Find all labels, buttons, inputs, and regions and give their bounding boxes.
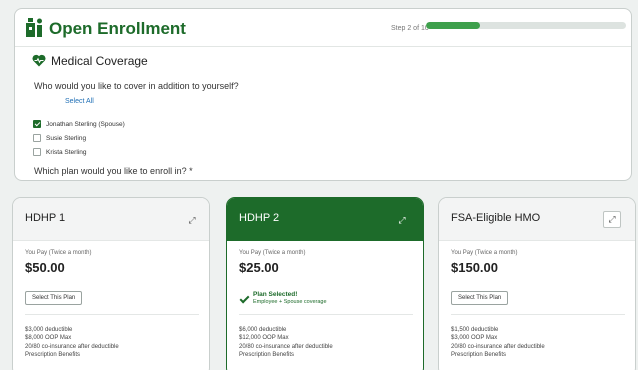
plan-question: Which plan would you like to enroll in? …	[34, 166, 193, 176]
plan-card-hdhp2[interactable]: HDHP 2 ⤢ You Pay (Twice a month) $25.00 …	[226, 197, 424, 370]
plan-header: HDHP 2 ⤢	[227, 198, 423, 241]
section-title: Medical Coverage	[51, 54, 148, 68]
detail-coinsurance: 20/80 co-insurance after deductible	[25, 343, 119, 350]
plan-name: HDHP 1	[25, 212, 66, 224]
plan-card-fsa-hmo[interactable]: FSA-Eligible HMO ⤢ You Pay (Twice a mont…	[438, 197, 636, 370]
dependent-row[interactable]: Susie Sterling	[33, 133, 86, 143]
logo-icon	[26, 18, 42, 37]
coverage-question: Who would you like to cover in addition …	[34, 81, 239, 91]
plan-details: $1,500 deductible $3,000 OOP Max 20/80 c…	[451, 326, 545, 359]
pay-label: You Pay (Twice a month)	[451, 250, 518, 256]
detail-prescription: Prescription Benefits	[239, 351, 295, 358]
pay-label: You Pay (Twice a month)	[239, 250, 306, 256]
progress-bar	[426, 22, 626, 29]
step-indicator: Step 2 of 10	[391, 25, 429, 32]
dependent-checkbox[interactable]	[33, 120, 41, 128]
expand-icon[interactable]: ⤢	[603, 211, 621, 228]
check-icon	[239, 294, 248, 304]
dependent-label: Jonathan Sterling (Spouse)	[46, 120, 125, 128]
enrollment-card: Open Enrollment Step 2 of 10 Medical Cov…	[14, 8, 632, 181]
pay-label: You Pay (Twice a month)	[25, 250, 92, 256]
select-plan-button[interactable]: Select This Plan	[451, 291, 509, 305]
divider	[239, 314, 413, 315]
plan-price: $150.00	[451, 260, 498, 275]
select-all-link[interactable]: Select All	[65, 98, 94, 105]
dependent-checkbox[interactable]	[33, 148, 41, 156]
plan-card-hdhp1[interactable]: HDHP 1 ⤢ You Pay (Twice a month) $50.00 …	[12, 197, 210, 370]
plan-details: $6,000 deductible $12,000 OOP Max 20/80 …	[239, 326, 333, 359]
detail-deductible: $3,000 deductible	[25, 327, 73, 333]
plan-header: FSA-Eligible HMO ⤢	[439, 198, 635, 241]
dependent-row[interactable]: Krista Sterling	[33, 147, 86, 157]
select-plan-button[interactable]: Select This Plan	[25, 291, 83, 305]
detail-prescription: Prescription Benefits	[451, 351, 507, 358]
dependent-label: Susie Sterling	[46, 134, 87, 142]
detail-coinsurance: 20/80 co-insurance after deductible	[451, 343, 545, 350]
detail-coinsurance: 20/80 co-insurance after deductible	[239, 343, 333, 350]
plan-header: HDHP 1 ⤢	[13, 198, 209, 241]
plan-selected-status: Plan Selected! Employee + Spouse coverag…	[239, 291, 327, 305]
detail-oop-max: $3,000 OOP Max	[451, 335, 498, 342]
detail-deductible: $6,000 deductible	[239, 327, 287, 333]
plan-price: $50.00	[25, 260, 65, 275]
expand-icon[interactable]: ⤢	[185, 213, 199, 227]
plan-details: $3,000 deductible $8,000 OOP Max 20/80 c…	[25, 326, 119, 359]
plan-name: FSA-Eligible HMO	[451, 212, 541, 224]
progress-fill	[426, 22, 480, 29]
detail-prescription: Prescription Benefits	[25, 351, 81, 358]
plan-price: $25.00	[239, 260, 279, 275]
dependent-row[interactable]: Jonathan Sterling (Spouse)	[33, 119, 125, 129]
expand-icon[interactable]: ⤢	[395, 213, 409, 227]
divider	[451, 314, 625, 315]
detail-deductible: $1,500 deductible	[451, 327, 499, 333]
page-title: Open Enrollment	[49, 19, 186, 38]
divider	[25, 314, 199, 315]
selected-title: Plan Selected!	[253, 291, 298, 298]
enrollment-header: Open Enrollment Step 2 of 10	[15, 9, 631, 47]
dependent-checkbox[interactable]	[33, 134, 41, 142]
dependent-label: Krista Sterling	[46, 148, 87, 156]
detail-oop-max: $12,000 OOP Max	[239, 335, 289, 342]
plan-name: HDHP 2	[239, 212, 280, 224]
heart-icon	[32, 54, 46, 67]
detail-oop-max: $8,000 OOP Max	[25, 335, 72, 342]
selected-subtitle: Employee + Spouse coverage	[253, 299, 327, 305]
